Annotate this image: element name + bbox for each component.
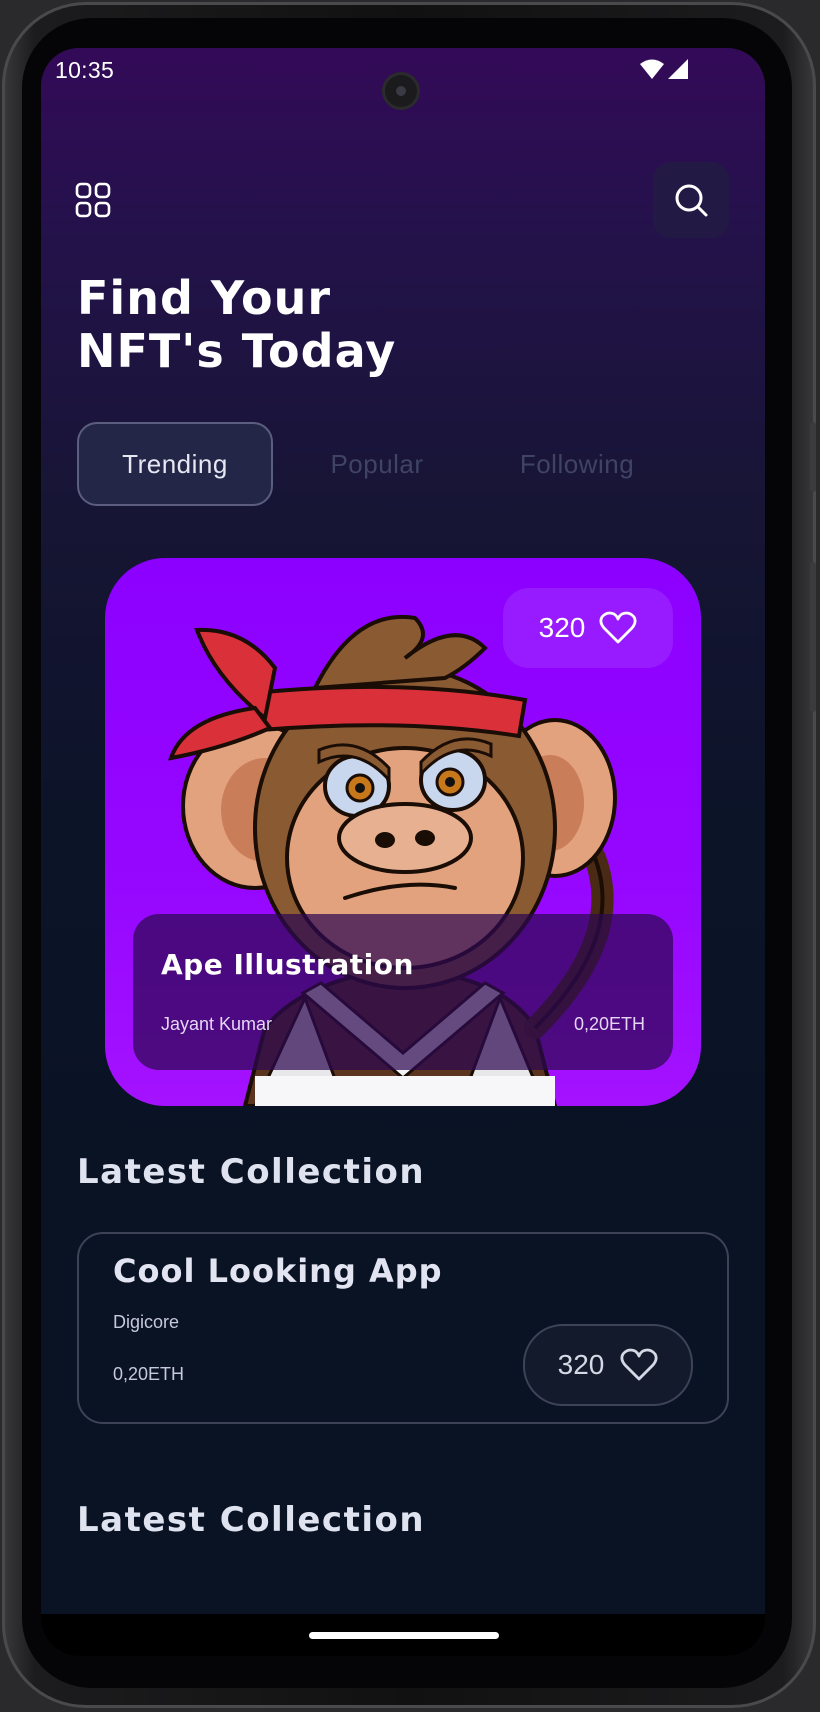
search-icon [675,184,708,217]
power-button [810,562,816,712]
tab-popular[interactable]: Popular [287,422,467,506]
signal-icon [668,59,688,79]
featured-author: Jayant Kumar [161,1014,273,1034]
home-indicator[interactable] [309,1632,499,1639]
headline-line-2: NFT's Today [77,324,397,378]
front-camera [382,72,420,110]
collection-like-count: 320 [557,1349,605,1380]
wifi-icon [640,59,664,79]
system-nav-bar [41,1614,765,1656]
collection-creator: Digicore [113,1312,180,1332]
featured-title: Ape Illustration [161,948,414,981]
section-title-latest-collection-2: Latest Collection [77,1500,426,1540]
app-screen: 10:35 Find Your NFT's Today Trending Pop… [41,48,765,1656]
section-title-latest-collection: Latest Collection [77,1152,426,1192]
search-button[interactable] [653,162,729,238]
collection-like-button[interactable]: 320 [523,1324,693,1406]
featured-like-button[interactable]: 320 [503,588,673,668]
featured-nft-card[interactable]: 320 Ape Illustration Jayant Kumar 0,20ET… [105,558,701,1106]
collection-price: 0,20ETH [113,1364,185,1384]
page-headline: Find Your NFT's Today [77,272,396,378]
headline-line-1: Find Your [77,271,332,325]
heart-icon [620,1348,658,1381]
collection-title: Cool Looking App [113,1252,443,1290]
tab-trending[interactable]: Trending [77,422,273,506]
status-bar: 10:35 [41,48,765,110]
featured-like-count: 320 [538,612,586,643]
tab-following[interactable]: Following [477,422,677,506]
featured-info-box: Ape Illustration Jayant Kumar 0,20ETH [133,914,673,1070]
featured-price: 0,20ETH [573,1014,645,1034]
category-tabs: Trending Popular Following [77,422,717,506]
status-time: 10:35 [55,57,115,83]
volume-button [810,422,816,492]
collection-card[interactable]: Cool Looking App Digicore 0,20ETH 320 [77,1232,729,1424]
heart-icon [599,611,637,644]
grid-menu-icon[interactable] [75,182,111,218]
